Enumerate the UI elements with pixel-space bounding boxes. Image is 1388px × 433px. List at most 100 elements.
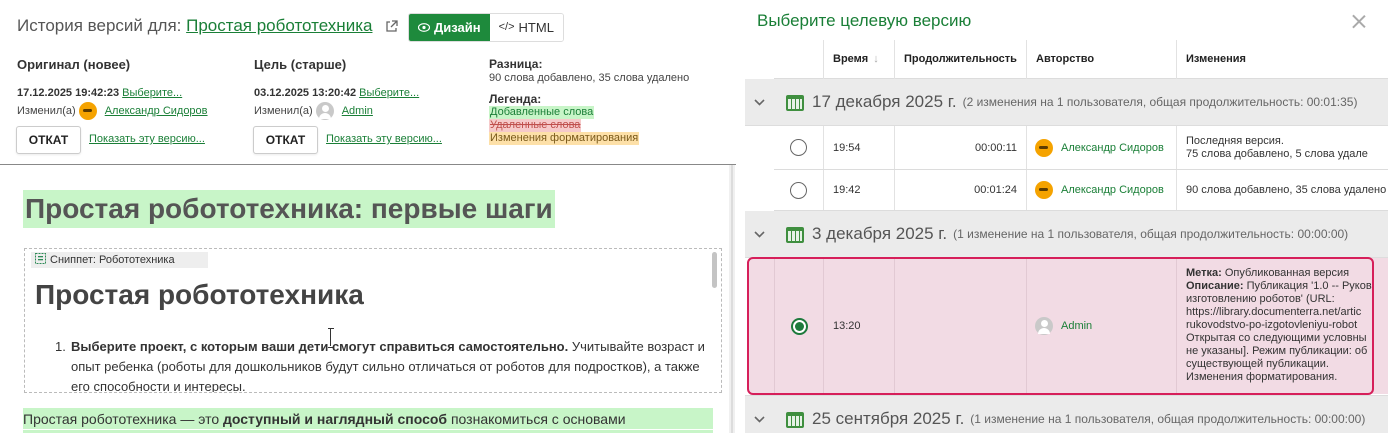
snippet-tag-label: Сниппет: Робототехника [50, 254, 175, 266]
group-info: (1 изменение на 1 пользователя, общая пр… [970, 412, 1366, 426]
label-value: Опубликованная версия [1224, 267, 1350, 279]
original-version-info: Оригинал (новее) 17.12.2025 19:42:23 Выб… [17, 57, 208, 120]
difference-summary: Разница: 90 слова добавлено, 35 слова уд… [489, 57, 689, 145]
description-line: не указаны]. Режим публикации: об [1186, 345, 1368, 357]
close-icon[interactable] [1350, 13, 1367, 30]
changes-column-label: Изменения [1186, 53, 1246, 65]
snippet-block: Сниппет: Робототехника Простая робототех… [24, 248, 722, 393]
sort-down-icon: ↓ [873, 53, 879, 65]
target-version-info: Цель (старше) 03.12.2025 13:20:42 Выбери… [254, 57, 419, 120]
table-row[interactable]: 19:54 00:00:11 Александр Сидоров Последн… [774, 126, 1388, 170]
eye-icon [417, 14, 431, 41]
avatar [78, 101, 97, 120]
original-datetime: 17.12.2025 19:42:23 [17, 86, 120, 99]
changes-column-header[interactable]: Изменения [1176, 40, 1388, 79]
row-time: 19:42 [823, 170, 894, 210]
row-time: 19:54 [823, 126, 894, 169]
history-title-prefix: История версий для: [17, 16, 182, 35]
original-show-version-link[interactable]: Показать эту версию... [89, 133, 205, 145]
document-paragraph: Простая робототехника — это доступный и … [23, 408, 713, 433]
legend-added: Добавленные слова [489, 106, 595, 119]
table-header: Время ↓ Продолжительность Авторство Измен… [774, 40, 1388, 79]
row-time: 13:20 [823, 258, 894, 394]
avatar [1035, 138, 1053, 157]
para-start: Простая робототехника — это [23, 411, 220, 427]
design-view-button[interactable]: Дизайн [409, 14, 490, 41]
external-link-icon[interactable] [385, 18, 398, 38]
original-select-link[interactable]: Выберите... [122, 87, 182, 99]
legend-heading: Легенда: [489, 92, 542, 106]
group-date: 3 декабря 2025 г. [812, 224, 948, 243]
description-line: изготовлению роботов' (URL: [1186, 293, 1335, 305]
date-group-header[interactable]: 3 декабря 2025 г. (1 изменение на 1 поль… [745, 211, 1388, 258]
target-datetime: 03.12.2025 13:20:42 [254, 86, 357, 99]
row-author[interactable]: Admin [1061, 320, 1092, 332]
document-link[interactable]: Простая робототехника [186, 16, 372, 35]
version-select-panel: Выберите целевую версию Время ↓ Продолжит… [745, 0, 1388, 433]
legend-formatting: Изменения форматирования [489, 132, 640, 145]
target-select-link[interactable]: Выберите... [359, 87, 419, 99]
date-group-header[interactable]: 17 декабря 2025 г. (2 изменения на 1 пол… [745, 79, 1388, 126]
table-row[interactable]: 19:42 00:01:24 Александр Сидоров 90 слов… [774, 170, 1388, 211]
version-radio-selected[interactable] [790, 317, 808, 335]
select-column-header [774, 40, 823, 79]
author-column-label: Авторство [1036, 53, 1095, 65]
chevron-down-icon[interactable] [745, 410, 774, 428]
label-key: Метка: [1186, 267, 1222, 279]
target-heading: Цель (старше) [254, 57, 347, 72]
target-author-link[interactable]: Admin [342, 105, 373, 117]
group-date: 25 сентября 2025 г. [812, 409, 965, 428]
list-item-bold: Выберите проект, с которым ваши дети смо… [71, 339, 569, 354]
row-author[interactable]: Александр Сидоров [1061, 184, 1164, 196]
snippet-list-item: 1. Выберите проект, с которым ваши дети … [55, 337, 711, 392]
calendar-icon [786, 225, 804, 243]
description-line: Открытая со следующими условны [1186, 332, 1367, 344]
para-end: познакомиться с основами [450, 411, 626, 427]
list-number: 1. [55, 339, 66, 354]
row-duration: 00:00:11 [894, 126, 1026, 169]
pane-splitter[interactable] [729, 165, 735, 433]
document-heading: Простая робототехника: первые шаги [23, 190, 555, 228]
original-author-link[interactable]: Александр Сидоров [105, 105, 208, 117]
time-column-header[interactable]: Время ↓ [823, 40, 894, 79]
original-rollback-button[interactable]: ОТКАТ [16, 126, 81, 154]
avatar [1035, 317, 1053, 335]
avatar [1035, 181, 1053, 199]
target-changed-by-label: Изменил(а) [254, 104, 313, 117]
snippet-tag: Сниппет: Робототехника [31, 252, 208, 268]
table-row-selected[interactable]: 13:20 Admin Метка: Опубликованная версия… [749, 258, 1388, 394]
target-rollback-button[interactable]: ОТКАТ [253, 126, 318, 154]
original-heading: Оригинал (новее) [17, 57, 131, 72]
text-cursor-icon [328, 328, 334, 348]
description-line: https://library.documenterra.net/artic [1186, 306, 1362, 318]
panel-title: Выберите целевую версию [757, 11, 972, 30]
snippet-scrollbar[interactable] [712, 252, 717, 288]
html-view-button[interactable]: </> HTML [489, 14, 563, 41]
description-line: rukovodstvo-po-izgotovleniyu-robot [1186, 319, 1358, 331]
row-author[interactable]: Александр Сидоров [1061, 142, 1164, 154]
description-line: Изменения форматирования. [1186, 371, 1338, 383]
duration-column-label: Продолжительность [904, 53, 1017, 65]
legend-deleted: Удаленные слова [489, 119, 582, 132]
version-radio[interactable] [790, 181, 807, 199]
row-changes-line: 90 слова добавлено, 35 слова удалено [1176, 170, 1388, 210]
author-column-header[interactable]: Авторство [1026, 40, 1176, 79]
date-group-header[interactable]: 25 сентября 2025 г. (1 изменение на 1 по… [745, 395, 1388, 433]
version-radio[interactable] [790, 139, 807, 156]
group-info: (2 изменения на 1 пользователя, общая пр… [962, 95, 1358, 109]
calendar-icon [786, 93, 804, 111]
avatar [315, 101, 334, 120]
chevron-down-icon[interactable] [745, 225, 774, 243]
duration-column-header[interactable]: Продолжительность [894, 40, 1026, 79]
html-view-label: HTML [518, 20, 554, 35]
chevron-down-icon[interactable] [745, 93, 774, 111]
row-duration [894, 258, 1026, 394]
para-bold: доступный и наглядный способ [223, 411, 448, 427]
description-key: Описание: [1186, 280, 1244, 292]
history-title: История версий для: Простая робототехник… [17, 16, 398, 38]
difference-heading: Разница: [489, 57, 543, 71]
view-mode-toggle: Дизайн </> HTML [408, 13, 564, 42]
group-info: (1 изменение на 1 пользователя, общая пр… [953, 227, 1349, 241]
target-show-version-link[interactable]: Показать эту версию... [326, 133, 442, 145]
row-changes-line: 75 слова добавлено, 5 слова удале [1186, 148, 1368, 160]
